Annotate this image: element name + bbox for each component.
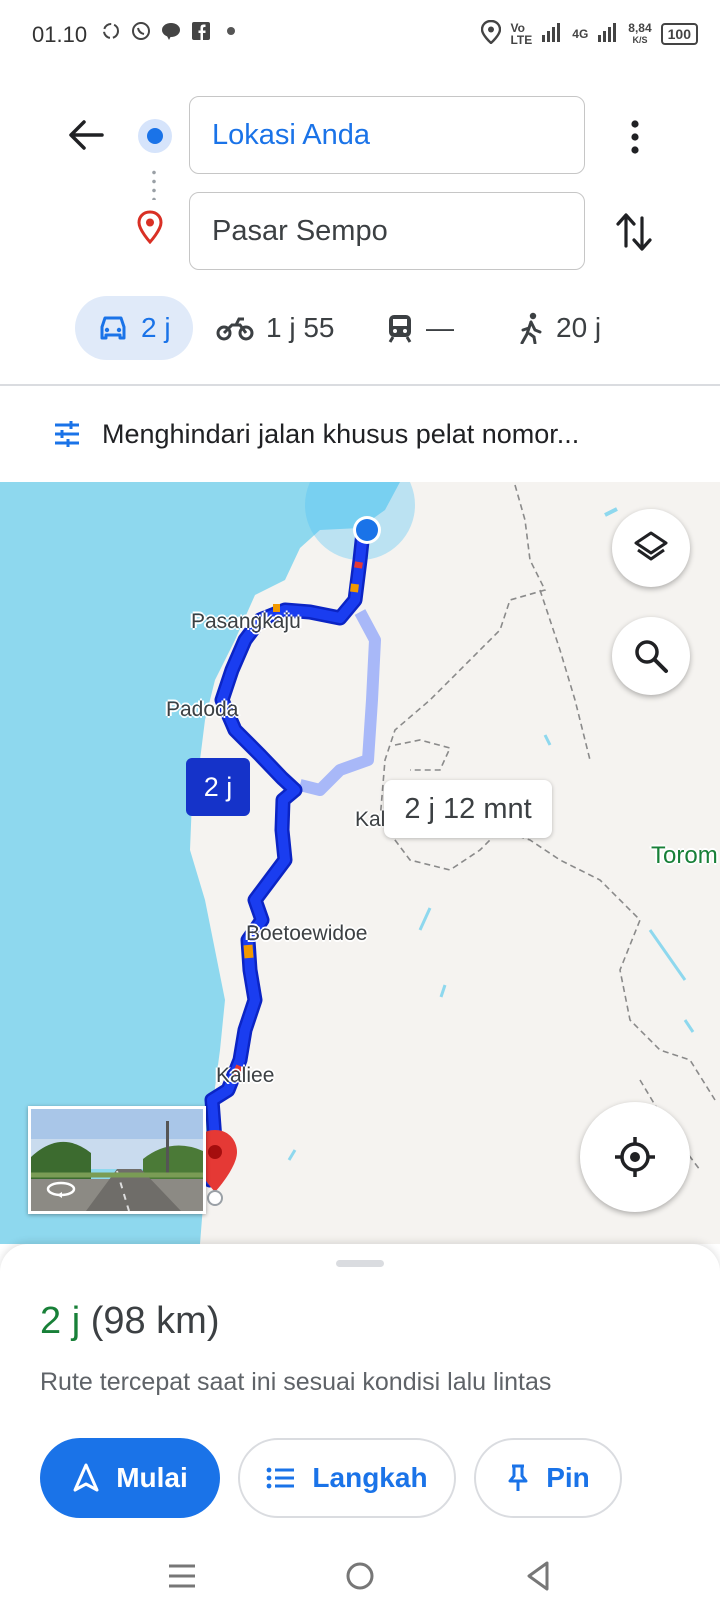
- steps-button[interactable]: Langkah: [238, 1438, 456, 1518]
- pin-label: Pin: [546, 1462, 590, 1493]
- tab-motorcycle-label: 1 j 55: [266, 312, 335, 343]
- location-icon: [481, 19, 502, 47]
- more-vert-icon: [631, 120, 639, 154]
- system-navigation-bar: [0, 1540, 720, 1612]
- whatsapp-icon: [130, 20, 152, 42]
- system-status: Vo LTE 4G 8,84 K/S 100: [481, 19, 698, 47]
- steps-label: Langkah: [312, 1462, 428, 1493]
- my-location-button[interactable]: [580, 1102, 690, 1212]
- battery-indicator: 100: [660, 22, 698, 45]
- layers-icon: [634, 531, 668, 561]
- route-options-row[interactable]: Menghindari jalan khusus pelat nomor...: [0, 386, 720, 482]
- back-button[interactable]: [64, 113, 108, 157]
- pin-icon: [508, 1464, 528, 1491]
- transit-icon: [388, 315, 412, 343]
- destination-input[interactable]: Pasar Sempo: [189, 192, 585, 270]
- dot-icon: [220, 20, 242, 42]
- place-label: Kaliee: [216, 1064, 275, 1087]
- signal-icon-2: [597, 21, 619, 46]
- start-navigation-button[interactable]: Mulai: [40, 1438, 220, 1518]
- tab-motorcycle[interactable]: 1 j 55: [216, 296, 335, 360]
- status-bar: 01.10 Vo LTE 4G 8,84 K/S 100: [0, 0, 720, 72]
- swap-vert-icon: [616, 213, 652, 251]
- travel-mode-tabs: 2 j 1 j 55 — 20 j: [75, 296, 675, 360]
- signal-icon: [541, 21, 563, 46]
- place-label: Pasangkaju: [191, 610, 301, 633]
- swap-button[interactable]: [614, 208, 654, 256]
- my-location-icon: [615, 1137, 655, 1177]
- net-speed: 8,84 K/S: [628, 20, 652, 45]
- search-icon: [635, 640, 668, 673]
- line-icon: [160, 20, 182, 42]
- place-label: Kal: [355, 808, 386, 831]
- tab-transit[interactable]: —: [386, 296, 454, 360]
- net-type: 4G: [572, 26, 589, 41]
- rotate-360-icon: [46, 1181, 76, 1198]
- arrow-back-icon: [69, 120, 104, 150]
- tab-transit-label: —: [426, 312, 454, 343]
- place-label: Padoda: [166, 698, 239, 721]
- alt-route-callout[interactable]: 2 j 12 mnt: [384, 780, 552, 838]
- route-distance: (98 km): [90, 1300, 220, 1342]
- sync-icon: [100, 20, 122, 42]
- menu-nav-icon[interactable]: [160, 1554, 204, 1598]
- list-icon: [267, 1467, 295, 1489]
- route-connector: [152, 168, 156, 200]
- place-label: Boetoewidoe: [246, 922, 368, 945]
- tab-driving[interactable]: 2 j: [75, 296, 193, 360]
- walk-icon: [520, 312, 542, 344]
- start-navigation-label: Mulai: [116, 1462, 188, 1493]
- sheet-drag-handle[interactable]: [336, 1260, 384, 1267]
- tab-walking[interactable]: 20 j: [518, 296, 601, 360]
- street-view-thumbnail[interactable]: [28, 1106, 206, 1214]
- tab-driving-label: 2 j: [141, 312, 171, 343]
- facebook-icon: [190, 20, 212, 42]
- route-summary: 2 j (98 km): [40, 1300, 220, 1343]
- origin-dot-icon: [138, 119, 172, 153]
- car-icon: [100, 316, 126, 340]
- tune-icon: [55, 421, 79, 447]
- route-duration-badge[interactable]: 2 j: [186, 758, 250, 816]
- tab-walking-label: 20 j: [556, 312, 602, 343]
- pin-button[interactable]: Pin: [474, 1438, 622, 1518]
- back-nav-icon[interactable]: [516, 1554, 560, 1598]
- park-label: Torom: [651, 842, 718, 869]
- search-along-route-button[interactable]: [612, 617, 690, 695]
- motorcycle-icon: [216, 317, 254, 341]
- home-nav-icon[interactable]: [338, 1554, 382, 1598]
- navigation-arrow-icon: [73, 1463, 99, 1492]
- layers-button[interactable]: [612, 509, 690, 587]
- destination-pin-icon: [136, 210, 164, 249]
- route-description: Rute tercepat saat ini sesuai kondisi la…: [40, 1368, 552, 1396]
- route-duration: 2 j: [40, 1300, 81, 1342]
- status-time: 01.10: [32, 22, 88, 47]
- route-options-text: Menghindari jalan khusus pelat nomor...: [102, 418, 580, 449]
- origin-input[interactable]: Lokasi Anda: [189, 96, 585, 174]
- more-options-button[interactable]: [620, 115, 650, 159]
- volte-label: Vo LTE: [510, 20, 533, 47]
- notification-icons: [100, 20, 242, 42]
